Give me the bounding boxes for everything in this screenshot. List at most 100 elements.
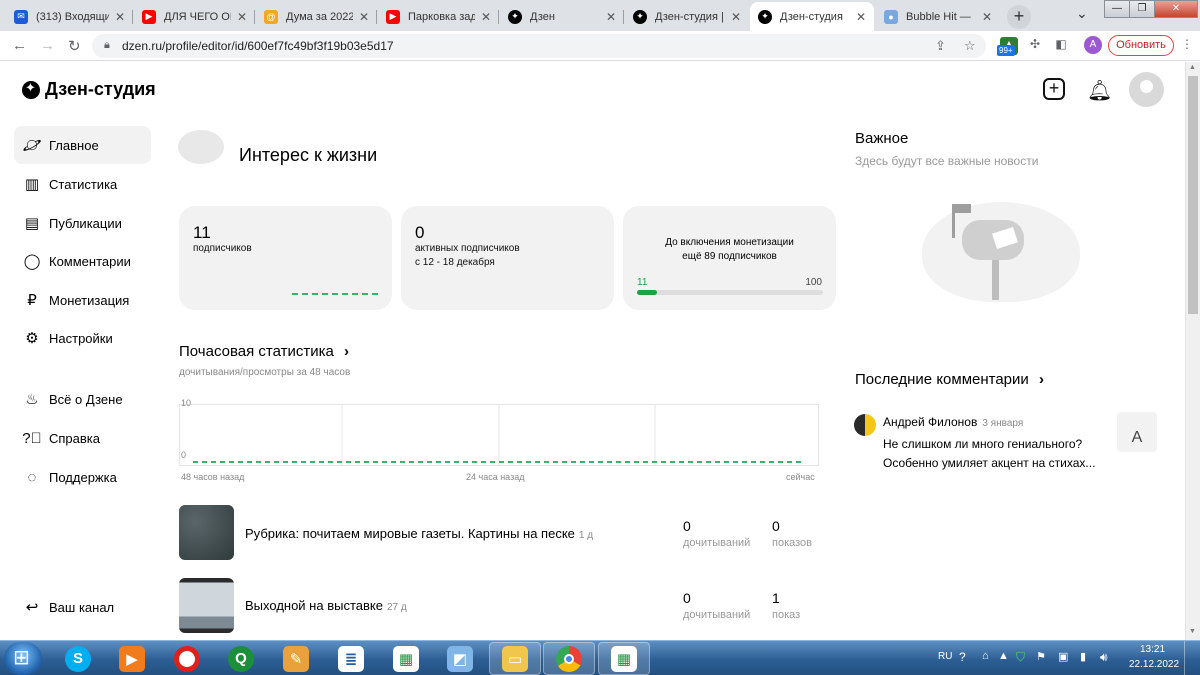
tab-search-icon[interactable]: ⌄ bbox=[1076, 5, 1088, 22]
taskbar-calc[interactable]: ▦ bbox=[598, 642, 650, 675]
taskbar-chrome[interactable] bbox=[543, 642, 595, 675]
comment-author-avatar[interactable] bbox=[854, 414, 876, 436]
language-indicator[interactable]: RU bbox=[938, 651, 952, 662]
sidebar-item-comments[interactable]: ◯ Комментарии bbox=[14, 242, 151, 280]
publication-title[interactable]: Выходной на выставке 27 д bbox=[245, 598, 407, 613]
close-tab-icon[interactable]: ✕ bbox=[359, 10, 369, 24]
taskbar-explorer[interactable]: ▭ bbox=[489, 642, 541, 675]
extensions-puzzle-icon[interactable]: ✣ bbox=[1026, 37, 1044, 55]
publication-thumbnail[interactable] bbox=[179, 505, 234, 560]
bookmark-star-icon[interactable]: ☆ bbox=[964, 38, 976, 54]
publication-thumbnail[interactable] bbox=[179, 578, 234, 633]
browser-tab[interactable]: ▶ ДЛЯ ЧЕГО ОБ ✕ bbox=[134, 2, 255, 31]
page-scrollbar[interactable]: ▲ ▼ bbox=[1185, 62, 1200, 640]
browser-tab[interactable]: ✦ Дзен ✕ bbox=[500, 2, 624, 31]
mailbox-illustration bbox=[922, 202, 1080, 302]
publication-views-label: показ bbox=[772, 609, 801, 621]
back-arrow-icon[interactable]: ← bbox=[12, 37, 27, 54]
close-window-button[interactable]: ✕ bbox=[1154, 0, 1198, 18]
close-tab-icon[interactable]: ✕ bbox=[606, 10, 616, 24]
sidebar-item-settings[interactable]: ⚙ Настройки bbox=[14, 319, 151, 357]
browser-tab-active[interactable]: ✦ Дзен-студия ✕ bbox=[750, 2, 874, 31]
your-channel-link[interactable]: ↩ Ваш канал bbox=[14, 588, 151, 626]
show-desktop-button[interactable] bbox=[1184, 641, 1198, 675]
browser-tab[interactable]: ✦ Дзен-студия | ✕ bbox=[625, 2, 749, 31]
taskbar-skype[interactable]: S bbox=[52, 642, 104, 675]
mailbox-icon bbox=[952, 204, 1024, 300]
taskbar-qip[interactable]: Q bbox=[215, 642, 267, 675]
close-tab-icon[interactable]: ✕ bbox=[856, 10, 866, 24]
clock-time[interactable]: 13:21 bbox=[1140, 644, 1165, 655]
close-tab-icon[interactable]: ✕ bbox=[237, 10, 247, 24]
taskbar-paint[interactable]: ✎ bbox=[270, 642, 322, 675]
publication-reads-label: дочитываний bbox=[683, 609, 751, 621]
close-tab-icon[interactable]: ✕ bbox=[115, 10, 125, 24]
start-button[interactable] bbox=[4, 642, 42, 675]
taskbar-writer[interactable]: ≣ bbox=[325, 642, 377, 675]
update-button[interactable]: Обновить bbox=[1108, 35, 1174, 56]
taskbar-opera[interactable] bbox=[161, 642, 213, 675]
antivirus-tray-icon[interactable]: ⛉ bbox=[1016, 650, 1025, 665]
folder-icon: ▭ bbox=[502, 645, 528, 672]
channel-name: Интерес к жизни bbox=[239, 145, 378, 165]
comment-publication-thumbnail[interactable]: A bbox=[1117, 412, 1157, 452]
taskbar-video-player[interactable]: ▶ bbox=[106, 642, 158, 675]
monetization-card[interactable]: До включения монетизации ещё 89 подписчи… bbox=[623, 206, 836, 310]
scrollbar-thumb[interactable] bbox=[1188, 76, 1198, 314]
power-tray-icon[interactable]: ▮ bbox=[1080, 650, 1086, 663]
show-hidden-icons-icon[interactable]: ▲ bbox=[998, 650, 1009, 662]
browser-tab[interactable]: ▶ Парковка зад ✕ bbox=[378, 2, 499, 31]
taskbar-notes[interactable]: ◩ bbox=[434, 642, 486, 675]
minimize-window-button[interactable]: — bbox=[1104, 0, 1130, 18]
close-tab-icon[interactable]: ✕ bbox=[731, 10, 741, 24]
scroll-up-icon[interactable]: ▲ bbox=[1189, 64, 1196, 71]
new-tab-button[interactable]: + bbox=[1007, 5, 1031, 29]
active-subscribers-period: с 12 - 18 декабря bbox=[415, 257, 495, 268]
latest-comments-link[interactable]: Последние комментарии › bbox=[855, 371, 1044, 388]
profile-avatar[interactable]: A bbox=[1084, 36, 1102, 54]
close-tab-icon[interactable]: ✕ bbox=[481, 10, 491, 24]
share-icon[interactable]: ⇪ bbox=[935, 38, 946, 54]
sidebar-item-help[interactable]: ?⃝ Справка bbox=[14, 419, 151, 457]
taskbar-spreadsheet[interactable]: ▦ bbox=[380, 642, 432, 675]
publication-title[interactable]: Рубрика: почитаем мировые газеты. Картин… bbox=[245, 526, 593, 541]
sidebar-item-monetization[interactable]: ₽ Монетизация bbox=[14, 281, 151, 319]
reload-icon[interactable]: ↻ bbox=[68, 37, 81, 55]
publication-views-count: 0 bbox=[772, 518, 780, 534]
comment-author[interactable]: Андрей Филонов 3 января bbox=[883, 415, 1023, 429]
browser-menu-icon[interactable]: ⋮ bbox=[1178, 37, 1196, 55]
address-bar[interactable]: 🔒︎ dzen.ru/profile/editor/id/600ef7fc49b… bbox=[92, 34, 986, 58]
user-avatar[interactable] bbox=[1129, 72, 1164, 107]
channel-avatar[interactable] bbox=[178, 130, 224, 164]
side-panel-icon[interactable]: ◧ bbox=[1052, 37, 1070, 55]
subscribers-sparkline bbox=[292, 293, 378, 295]
close-tab-icon[interactable]: ✕ bbox=[982, 10, 992, 24]
mail-icon: ✉ bbox=[14, 9, 28, 24]
comment-text[interactable]: Не слишком ли много гениального? Особенн… bbox=[883, 435, 1123, 473]
hourly-stats-chart bbox=[179, 404, 819, 466]
dzen-studio-logo[interactable]: Дзен-студия bbox=[22, 79, 156, 100]
forward-arrow-icon[interactable]: → bbox=[40, 37, 55, 54]
maximize-window-button[interactable]: ❐ bbox=[1129, 0, 1155, 18]
sidebar-item-main[interactable]: 🪐︎ Главное bbox=[14, 126, 151, 164]
sidebar-item-support[interactable]: ◌ Поддержка bbox=[14, 458, 151, 496]
flag-tray-icon[interactable]: ⚑ bbox=[1036, 650, 1046, 663]
network-tray-icon[interactable]: ⌂ bbox=[982, 650, 989, 662]
subscribers-card[interactable]: 11 подписчиков bbox=[179, 206, 392, 310]
clock-date[interactable]: 22.12.2022 bbox=[1129, 659, 1179, 670]
monetization-progress-bar bbox=[637, 290, 823, 295]
browser-tab[interactable]: ● Bubble Hit — ✕ bbox=[876, 2, 1000, 31]
browser-tab[interactable]: ✉ (313) Входящие ✕ bbox=[6, 2, 133, 31]
volume-tray-icon[interactable]: 🔊︎ bbox=[1100, 650, 1108, 665]
browser-tab[interactable]: @ Дума за 2022 ✕ bbox=[256, 2, 377, 31]
sidebar-item-statistics[interactable]: ▥ Статистика bbox=[14, 165, 151, 203]
notification-bell-icon[interactable]: 🔔︎ bbox=[1087, 78, 1112, 103]
sidebar-item-about-dzen[interactable]: ♨ Всё о Дзене bbox=[14, 380, 151, 418]
scroll-down-icon[interactable]: ▼ bbox=[1189, 628, 1196, 635]
add-publication-icon[interactable]: + bbox=[1043, 78, 1065, 100]
sidebar-item-publications[interactable]: ▤ Публикации bbox=[14, 204, 151, 242]
active-subscribers-card[interactable]: 0 активных подписчиков с 12 - 18 декабря bbox=[401, 206, 614, 310]
help-tray-icon[interactable]: ? bbox=[959, 650, 966, 664]
device-tray-icon[interactable]: ▣ bbox=[1058, 650, 1068, 663]
hourly-stats-link[interactable]: Почасовая статистика › bbox=[179, 343, 349, 360]
